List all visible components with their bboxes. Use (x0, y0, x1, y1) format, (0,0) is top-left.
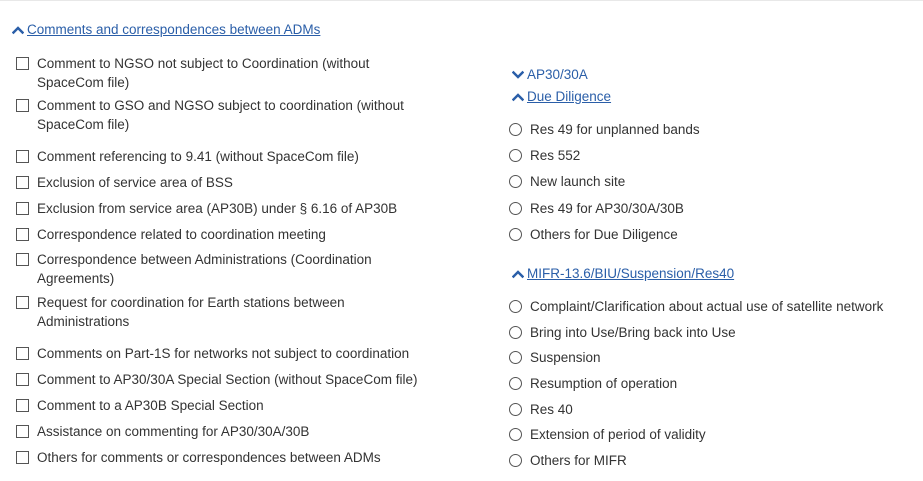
dd-option-res552[interactable]: Res 552 (509, 146, 580, 165)
mifr-option-suspension[interactable]: Suspension (509, 348, 601, 367)
radio-button[interactable] (509, 351, 522, 364)
option-label: Request for coordination for Earth stati… (37, 295, 345, 329)
mifr-option-complaint[interactable]: Complaint/Clarification about actual use… (509, 297, 883, 316)
adm-option-referencing-941[interactable]: Comment referencing to 9.41 (without Spa… (16, 147, 359, 166)
adm-option-coordination-meeting[interactable]: Correspondence related to coordination m… (16, 225, 326, 244)
ap30-section-title: AP30/30A (527, 67, 588, 82)
option-label: Extension of period of validity (530, 427, 706, 442)
due-diligence-section-title: Due Diligence (527, 89, 612, 104)
radio-button[interactable] (509, 149, 522, 162)
option-label: Comment to GSO and NGSO subject to coord… (37, 98, 404, 132)
adm-option-gso-ngso-subject[interactable]: Comment to GSO and NGSO subject to coord… (16, 96, 404, 134)
option-label: Resumption of operation (530, 376, 678, 391)
dd-option-new-launch-site[interactable]: New launch site (509, 172, 625, 191)
option-label: Bring into Use/Bring back into Use (530, 325, 736, 340)
option-label: Others for MIFR (530, 453, 627, 468)
ap30-section-header[interactable]: AP30/30A (512, 67, 588, 82)
option-label: Res 49 for unplanned bands (530, 122, 700, 137)
adm-option-exclusion-bss[interactable]: Exclusion of service area of BSS (16, 173, 233, 192)
radio-button[interactable] (509, 123, 522, 136)
option-label: Suspension (530, 350, 601, 365)
adm-option-assistance[interactable]: Assistance on commenting for AP30/30A/30… (16, 422, 309, 441)
mifr-section-title: MIFR-13.6/BIU/Suspension/Res40 (527, 266, 735, 281)
mifr-option-extension[interactable]: Extension of period of validity (509, 425, 706, 444)
checkbox[interactable] (16, 150, 29, 163)
radio-button[interactable] (509, 326, 522, 339)
option-label: Res 40 (530, 402, 573, 417)
option-label: Exclusion of service area of BSS (37, 175, 233, 190)
radio-button[interactable] (509, 454, 522, 467)
adm-option-coordination-agreements[interactable]: Correspondence between Administrations (… (16, 250, 372, 288)
mifr-option-resumption[interactable]: Resumption of operation (509, 374, 677, 393)
top-divider (0, 0, 923, 1)
option-label: Comment referencing to 9.41 (without Spa… (37, 149, 359, 164)
option-label: Comments on Part-1S for networks not sub… (37, 346, 410, 361)
option-label: Complaint/Clarification about actual use… (530, 299, 884, 314)
dd-option-others[interactable]: Others for Due Diligence (509, 225, 678, 244)
dd-option-res49-unplanned[interactable]: Res 49 for unplanned bands (509, 120, 700, 139)
mifr-option-bring-into-use[interactable]: Bring into Use/Bring back into Use (509, 323, 736, 342)
option-label: Comment to AP30/30A Special Section (wit… (37, 372, 418, 387)
adm-section-header[interactable]: Comments and correspondences between ADM… (12, 22, 320, 37)
chevron-up-icon (512, 268, 524, 280)
radio-button[interactable] (509, 377, 522, 390)
checkbox[interactable] (16, 228, 29, 241)
adm-section-title: Comments and correspondences between ADM… (27, 22, 321, 37)
adm-option-exclusion-ap30b[interactable]: Exclusion from service area (AP30B) unde… (16, 199, 397, 218)
dd-option-res49-ap30[interactable]: Res 49 for AP30/30A/30B (509, 199, 684, 218)
checkbox[interactable] (16, 57, 29, 70)
radio-button[interactable] (509, 428, 522, 441)
mifr-option-others[interactable]: Others for MIFR (509, 451, 627, 470)
option-label: Correspondence related to coordination m… (37, 227, 326, 242)
checkbox[interactable] (16, 373, 29, 386)
checkbox[interactable] (16, 99, 29, 112)
adm-option-earth-stations[interactable]: Request for coordination for Earth stati… (16, 293, 345, 331)
mifr-section-header[interactable]: MIFR-13.6/BIU/Suspension/Res40 (512, 266, 734, 281)
checkbox[interactable] (16, 425, 29, 438)
option-label: Others for comments or correspondences b… (37, 450, 381, 465)
chevron-up-icon (512, 91, 524, 103)
checkbox[interactable] (16, 296, 29, 309)
radio-button[interactable] (509, 300, 522, 313)
chevron-down-icon (512, 69, 524, 81)
checkbox[interactable] (16, 399, 29, 412)
checkbox[interactable] (16, 347, 29, 360)
option-label: Comment to a AP30B Special Section (37, 398, 264, 413)
chevron-up-icon (12, 24, 24, 36)
adm-option-others[interactable]: Others for comments or correspondences b… (16, 448, 381, 467)
radio-button[interactable] (509, 403, 522, 416)
option-label: Others for Due Diligence (530, 227, 678, 242)
option-label: Res 49 for AP30/30A/30B (530, 201, 684, 216)
adm-option-ap30-special-section[interactable]: Comment to AP30/30A Special Section (wit… (16, 370, 417, 389)
radio-button[interactable] (509, 175, 522, 188)
option-label: Comment to NGSO not subject to Coordinat… (37, 56, 370, 90)
option-label: Correspondence between Administrations (… (37, 252, 372, 286)
adm-option-ngso-not-subject[interactable]: Comment to NGSO not subject to Coordinat… (16, 54, 369, 92)
due-diligence-section-header[interactable]: Due Diligence (512, 89, 611, 104)
option-label: New launch site (530, 174, 626, 189)
mifr-option-res40[interactable]: Res 40 (509, 400, 573, 419)
option-label: Assistance on commenting for AP30/30A/30… (37, 424, 310, 439)
radio-button[interactable] (509, 202, 522, 215)
adm-option-part-1s[interactable]: Comments on Part-1S for networks not sub… (16, 344, 409, 363)
option-label: Res 552 (530, 148, 581, 163)
checkbox[interactable] (16, 253, 29, 266)
option-label: Exclusion from service area (AP30B) unde… (37, 201, 398, 216)
radio-button[interactable] (509, 228, 522, 241)
checkbox[interactable] (16, 176, 29, 189)
adm-option-ap30b-special-section[interactable]: Comment to a AP30B Special Section (16, 396, 264, 415)
checkbox[interactable] (16, 451, 29, 464)
checkbox[interactable] (16, 202, 29, 215)
